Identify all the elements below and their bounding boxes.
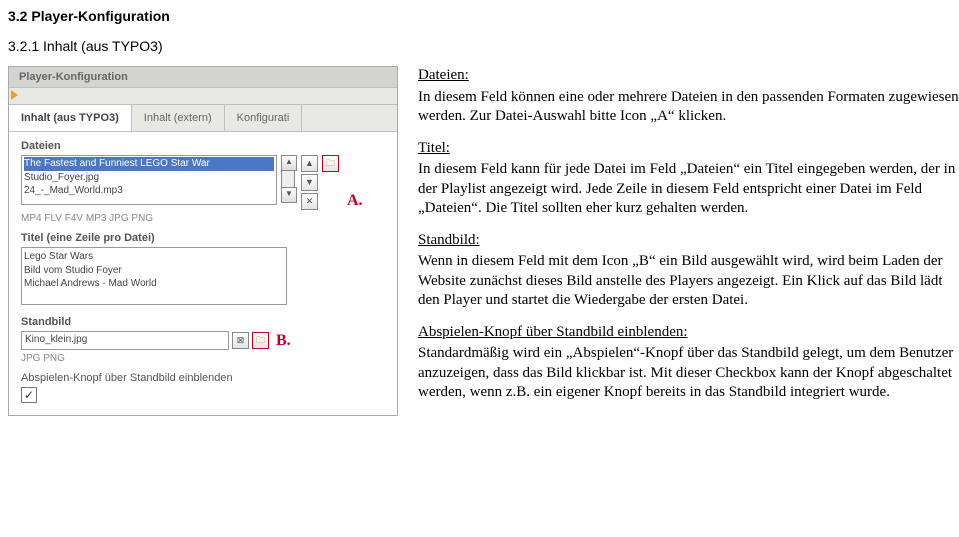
collapse-triangle-icon[interactable] <box>11 90 18 100</box>
config-panel: Player-Konfiguration Inhalt (aus TYPO3) … <box>8 66 398 416</box>
standbild-label: Standbild <box>21 316 385 328</box>
callout-b: B. <box>276 332 291 350</box>
folder-icon[interactable]: 🗀 <box>322 155 339 172</box>
listbox-scrollbar[interactable]: ▲ ▼ <box>281 155 295 203</box>
tab-inhalt-typo3[interactable]: Inhalt (aus TYPO3) <box>9 105 132 131</box>
list-item[interactable]: Studio_Foyer.jpg <box>24 171 274 185</box>
desc-titel-text: In diesem Feld kann für jede Datei im Fe… <box>418 161 955 216</box>
desc-abspielen-heading: Abspielen-Knopf über Standbild einblende… <box>418 323 959 343</box>
dateien-hint: MP4 FLV F4V MP3 JPG PNG <box>21 213 385 224</box>
abspielen-checkbox[interactable]: ✓ <box>21 387 37 403</box>
desc-standbild-heading: Standbild: <box>418 231 959 251</box>
desc-dateien-text: In diesem Feld können eine oder mehrere … <box>418 89 959 125</box>
desc-titel-heading: Titel: <box>418 139 959 159</box>
list-item[interactable]: 24_-_Mad_World.mp3 <box>24 184 274 198</box>
desc-standbild-text: Wenn in diesem Feld mit dem Icon „B“ ein… <box>418 253 943 308</box>
desc-dateien-heading: Dateien: <box>418 66 959 86</box>
tab-bar: Inhalt (aus TYPO3) Inhalt (extern) Konfi… <box>9 104 397 131</box>
abspielen-label: Abspielen-Knopf über Standbild einblende… <box>21 372 385 384</box>
desc-abspielen-text: Standardmäßig wird ein „Abspielen“-Knopf… <box>418 345 953 400</box>
description-column: Dateien: In diesem Feld können eine oder… <box>418 66 959 416</box>
doc-heading-3: 3.2.1 Inhalt (aus TYPO3) <box>8 38 959 54</box>
standbild-hint: JPG PNG <box>21 353 385 364</box>
dateien-listbox[interactable]: The Fastest and Funniest LEGO Star War S… <box>21 155 277 205</box>
list-item[interactable]: The Fastest and Funniest LEGO Star War <box>24 157 274 171</box>
tab-konfiguration[interactable]: Konfigurati <box>225 105 303 131</box>
panel-title: Player-Konfiguration <box>9 67 397 88</box>
move-down-icon[interactable]: ▼ <box>301 174 318 191</box>
move-up-icon[interactable]: ▲ <box>301 155 318 172</box>
titel-label: Titel (eine Zeile pro Datei) <box>21 232 385 244</box>
delete-icon[interactable]: ✕ <box>301 193 318 210</box>
clear-icon[interactable]: ⊠ <box>232 332 249 349</box>
standbild-input[interactable]: Kino_klein.jpg <box>21 331 229 350</box>
titel-textarea[interactable] <box>21 247 287 305</box>
folder-icon[interactable]: 🗀 <box>252 332 269 349</box>
scroll-down-icon[interactable]: ▼ <box>281 187 297 203</box>
callout-a: A. <box>347 192 363 210</box>
scroll-track[interactable] <box>281 171 295 187</box>
doc-heading-2: 3.2 Player-Konfiguration <box>8 8 959 24</box>
scroll-up-icon[interactable]: ▲ <box>281 155 297 171</box>
tab-inhalt-extern[interactable]: Inhalt (extern) <box>132 105 225 131</box>
dateien-label: Dateien <box>21 140 385 152</box>
